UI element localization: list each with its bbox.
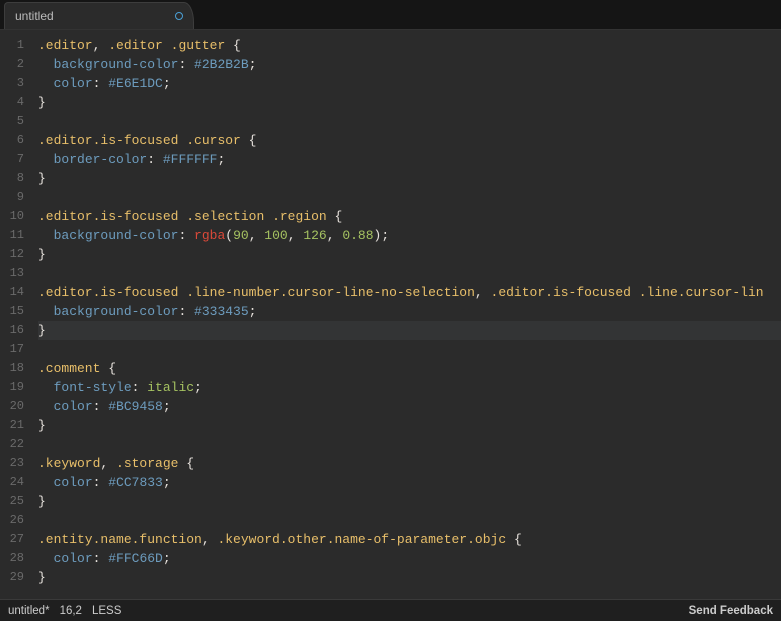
line-number: 25 (0, 492, 24, 511)
tab-title: untitled (15, 9, 175, 23)
code-line[interactable]: color: #BC9458; (38, 397, 781, 416)
code-line[interactable]: .comment { (38, 359, 781, 378)
code-line[interactable] (38, 112, 781, 131)
code-line[interactable]: border-color: #FFFFFF; (38, 150, 781, 169)
line-number: 13 (0, 264, 24, 283)
code-line[interactable]: } (38, 321, 781, 340)
line-number: 4 (0, 93, 24, 112)
code-line[interactable]: font-style: italic; (38, 378, 781, 397)
code-line[interactable] (38, 435, 781, 454)
code-line[interactable] (38, 511, 781, 530)
line-number: 23 (0, 454, 24, 473)
line-number: 2 (0, 55, 24, 74)
line-number: 9 (0, 188, 24, 207)
file-tab[interactable]: untitled (4, 2, 194, 29)
code-line[interactable]: background-color: #2B2B2B; (38, 55, 781, 74)
line-number: 19 (0, 378, 24, 397)
code-line[interactable]: color: #CC7833; (38, 473, 781, 492)
status-bar: untitled* 16,2 LESS Send Feedback (0, 599, 781, 621)
status-cursor-position[interactable]: 16,2 (60, 605, 82, 617)
line-number: 12 (0, 245, 24, 264)
code-area[interactable]: .editor, .editor .gutter { background-co… (30, 30, 781, 599)
line-number: 10 (0, 207, 24, 226)
line-number: 14 (0, 283, 24, 302)
code-line[interactable] (38, 188, 781, 207)
line-number: 16 (0, 321, 24, 340)
code-line[interactable]: .keyword, .storage { (38, 454, 781, 473)
line-number: 18 (0, 359, 24, 378)
line-number-gutter: 1234567891011121314151617181920212223242… (0, 30, 30, 599)
code-line[interactable]: } (38, 93, 781, 112)
code-line[interactable]: } (38, 245, 781, 264)
line-number: 21 (0, 416, 24, 435)
code-line[interactable]: .editor.is-focused .cursor { (38, 131, 781, 150)
code-line[interactable]: } (38, 492, 781, 511)
code-line[interactable]: .editor.is-focused .selection .region { (38, 207, 781, 226)
line-number: 5 (0, 112, 24, 131)
line-number: 1 (0, 36, 24, 55)
line-number: 28 (0, 549, 24, 568)
code-line[interactable]: } (38, 169, 781, 188)
line-number: 6 (0, 131, 24, 150)
line-number: 11 (0, 226, 24, 245)
status-grammar[interactable]: LESS (92, 605, 121, 617)
code-line[interactable]: .editor.is-focused .line-number.cursor-l… (38, 283, 781, 302)
tab-bar: untitled (0, 0, 781, 30)
code-line[interactable] (38, 340, 781, 359)
line-number: 8 (0, 169, 24, 188)
line-number: 7 (0, 150, 24, 169)
code-line[interactable]: background-color: rgba(90, 100, 126, 0.8… (38, 226, 781, 245)
code-line[interactable]: background-color: #333435; (38, 302, 781, 321)
code-line[interactable]: .entity.name.function, .keyword.other.na… (38, 530, 781, 549)
code-line[interactable]: color: #FFC66D; (38, 549, 781, 568)
line-number: 15 (0, 302, 24, 321)
editor[interactable]: 1234567891011121314151617181920212223242… (0, 30, 781, 599)
line-number: 20 (0, 397, 24, 416)
status-filename[interactable]: untitled* (8, 605, 50, 617)
line-number: 29 (0, 568, 24, 587)
line-number: 27 (0, 530, 24, 549)
code-line[interactable]: .editor, .editor .gutter { (38, 36, 781, 55)
line-number: 3 (0, 74, 24, 93)
code-line[interactable]: } (38, 416, 781, 435)
send-feedback-link[interactable]: Send Feedback (689, 605, 773, 617)
line-number: 22 (0, 435, 24, 454)
modified-indicator-icon (175, 12, 183, 20)
line-number: 24 (0, 473, 24, 492)
code-line[interactable]: color: #E6E1DC; (38, 74, 781, 93)
code-line[interactable] (38, 264, 781, 283)
line-number: 17 (0, 340, 24, 359)
line-number: 26 (0, 511, 24, 530)
code-line[interactable]: } (38, 568, 781, 587)
